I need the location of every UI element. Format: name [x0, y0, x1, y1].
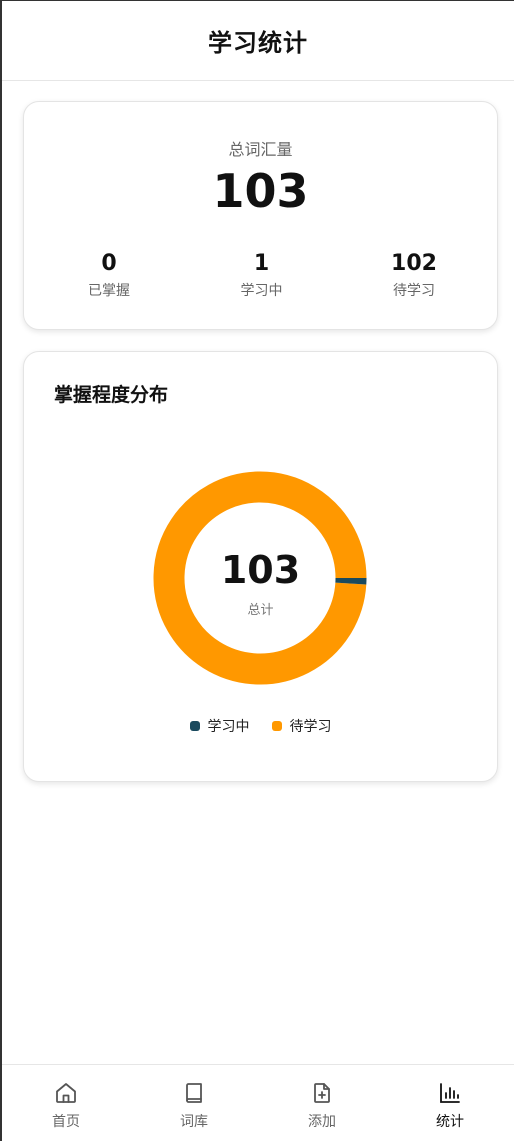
tab-add[interactable]: 添加 [258, 1065, 386, 1141]
stat-learning: 1 学习中 [207, 250, 317, 300]
summary-card: 总词汇量 103 0 已掌握 1 学习中 102 待学习 [23, 101, 498, 330]
legend-item: 待学习 [271, 716, 332, 736]
book-icon [186, 1083, 202, 1103]
tab-label: 统计 [436, 1114, 464, 1130]
page-title: 学习统计 [208, 29, 308, 57]
legend-label: 待学习 [289, 719, 332, 735]
file-plus-icon [314, 1083, 330, 1103]
stat-value: 1 [253, 251, 270, 276]
stat-value: 102 [391, 251, 437, 276]
tab-label: 添加 [308, 1114, 336, 1130]
app-root: 学习统计 总词汇量 103 0 已掌握 1 学习中 102 待学习 掌握程度分布… [0, 0, 514, 1141]
tab-label: 词库 [180, 1114, 208, 1130]
tab-stats[interactable]: 统计 [386, 1065, 514, 1141]
tab-library[interactable]: 词库 [130, 1065, 258, 1141]
distribution-card: 掌握程度分布 103 总计 学习中 待学习 [23, 351, 498, 782]
stat-value: 0 [101, 251, 117, 276]
donut-center-label: 总计 [247, 603, 274, 618]
legend-swatch [189, 721, 200, 731]
stat-label: 待学习 [393, 283, 435, 299]
stat-to-learn: 102 待学习 [359, 250, 469, 300]
tab-label: 首页 [52, 1114, 80, 1130]
donut-center-total: 103 [220, 548, 301, 592]
legend-swatch [271, 721, 282, 731]
header: 学习统计 [2, 1, 514, 81]
total-vocab-label: 总词汇量 [228, 140, 293, 159]
total-vocab-value: 103 [212, 164, 309, 218]
stat-label: 已掌握 [88, 283, 130, 299]
home-icon [56, 1083, 76, 1103]
bottom-tab-bar: 首页 词库 添加 统计 [2, 1064, 514, 1141]
stats-row: 0 已掌握 1 学习中 102 待学习 [54, 250, 469, 300]
stat-label: 学习中 [240, 283, 283, 299]
tab-home[interactable]: 首页 [2, 1065, 130, 1141]
legend-label: 学习中 [207, 719, 250, 735]
legend-item: 学习中 [189, 716, 250, 736]
stat-mastered: 0 已掌握 [54, 250, 164, 300]
distribution-title: 掌握程度分布 [54, 384, 169, 406]
chart-legend: 学习中 待学习 [24, 716, 497, 736]
bar-chart-icon [440, 1083, 460, 1103]
